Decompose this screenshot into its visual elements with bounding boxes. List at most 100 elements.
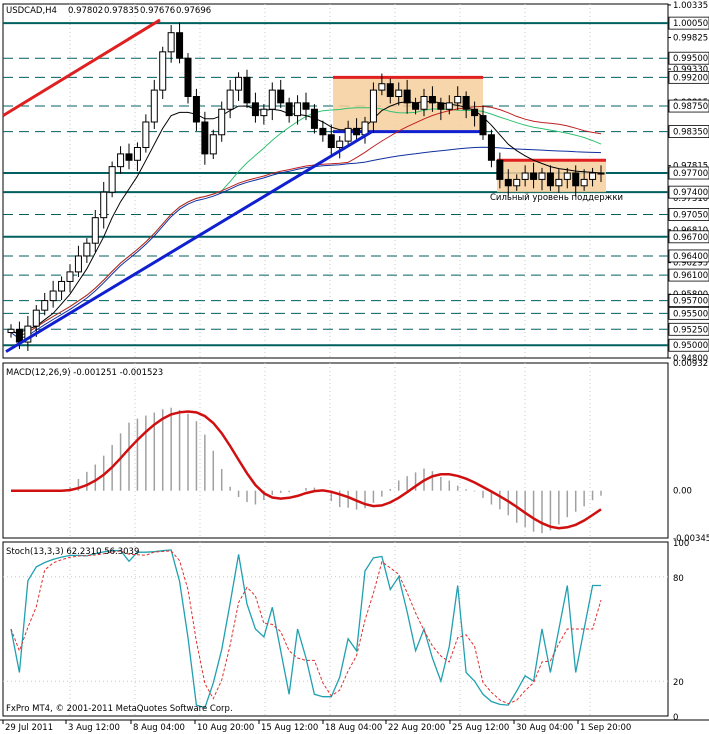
candle-body — [66, 271, 74, 282]
stoch-axis-tick-label: 80 — [673, 574, 684, 584]
candle-body — [285, 102, 293, 117]
ohlc-value: 0.97835 — [104, 6, 139, 16]
candle-body — [192, 95, 200, 123]
ohlc-value: 0.97676 — [140, 6, 175, 16]
candle-body — [479, 115, 487, 136]
chart-canvas[interactable]: 1.003350.998250.993300.988150.983100.978… — [0, 0, 709, 734]
candle-body — [159, 51, 167, 91]
time-axis-label: 3 Aug 12:00 — [68, 723, 120, 733]
candle-body — [395, 89, 403, 97]
candle-body — [336, 140, 344, 149]
time-axis-label: 10 Aug 20:00 — [197, 723, 254, 733]
candle-body — [378, 83, 386, 91]
candle-body — [133, 147, 141, 161]
candle-body — [218, 108, 226, 136]
support-annotation: Сильный уровень поддержки — [490, 193, 623, 203]
candle-body — [32, 309, 40, 327]
candle-body — [353, 127, 361, 136]
candle-body — [142, 121, 150, 149]
candle-body — [344, 127, 352, 142]
candle-body — [125, 153, 133, 161]
candle-body — [277, 89, 285, 104]
candle-body — [167, 32, 175, 53]
candle-body — [412, 102, 420, 110]
candle-body — [504, 178, 512, 187]
level-price-label: 0.95250 — [673, 325, 708, 335]
candle-body — [184, 57, 192, 97]
candle-body — [268, 89, 276, 110]
candle-body — [538, 172, 546, 180]
candle-body — [41, 300, 49, 311]
level-price-label: 0.99500 — [673, 54, 708, 64]
level-price-label: 0.96100 — [673, 271, 708, 281]
candle-body — [260, 108, 268, 117]
level-price-label: 0.95500 — [673, 309, 708, 319]
level-price-label: 0.97700 — [673, 169, 708, 179]
level-price-label: 0.98750 — [673, 102, 708, 112]
time-axis-label: 15 Aug 12:00 — [261, 723, 318, 733]
time-axis-label: 8 Aug 04:00 — [133, 723, 185, 733]
candle-body — [454, 95, 462, 104]
level-price-label: 0.96700 — [673, 233, 708, 243]
level-price-label: 0.99200 — [673, 73, 708, 83]
candle-body — [580, 178, 588, 187]
candle-body — [597, 172, 605, 175]
level-price-label: 0.95000 — [673, 341, 708, 351]
level-price-label: 0.97050 — [673, 210, 708, 220]
level-price-label: 0.95700 — [673, 297, 708, 307]
candle-body — [487, 134, 495, 161]
stoch-axis-tick-label: 100 — [673, 539, 689, 549]
candle-body — [462, 95, 470, 110]
macd-title: MACD(12,26,9) -0.001251 -0.001523 — [6, 368, 163, 378]
level-price-label: 1.00050 — [673, 19, 708, 29]
time-axis-label: 1 Sep 20:00 — [580, 723, 631, 733]
macd-axis-tick-label: 0.00932 — [673, 359, 708, 369]
time-axis-label: 25 Aug 12:00 — [452, 723, 509, 733]
candle-body — [513, 178, 521, 187]
candle-body — [563, 172, 571, 180]
candle-body — [403, 89, 411, 104]
macd-axis-tick-label: 0.00 — [673, 487, 692, 497]
candle-body — [100, 191, 108, 219]
candle-body — [235, 76, 243, 91]
candle-body — [445, 102, 453, 110]
stoch-title: Stoch(13,3,3) 62.2310 56.3039 — [6, 547, 139, 557]
time-axis-label: 22 Aug 20:00 — [388, 723, 445, 733]
chart-window: 1.003350.998250.993300.988150.983100.978… — [0, 0, 709, 734]
candle-body — [117, 153, 125, 168]
candle-body — [428, 95, 436, 104]
candle-body — [327, 134, 335, 149]
copyright-footer: FxPro MT4, © 2001-2011 MetaQuotes Softwa… — [6, 704, 233, 714]
stoch-axis-tick-label: 0 — [673, 713, 678, 723]
candle-body — [496, 159, 504, 180]
candle-body — [7, 328, 15, 333]
candle-body — [150, 89, 158, 123]
price-axis-tick-label: 1.00335 — [673, 1, 708, 11]
candle-body — [251, 102, 259, 117]
candle-body — [49, 290, 57, 302]
candle-body — [83, 242, 91, 257]
stoch-axis-tick-label: 20 — [673, 678, 684, 688]
time-axis-label: 30 Aug 04:00 — [516, 723, 573, 733]
candle-body — [201, 121, 209, 155]
candle-body — [91, 217, 99, 244]
time-axis-label: 18 Aug 04:00 — [325, 723, 382, 733]
price-axis-tick-label: 0.99825 — [673, 33, 708, 43]
candle-body — [58, 280, 66, 292]
candle-body — [555, 178, 563, 187]
time-axis-label: 29 Jul 2011 — [5, 723, 53, 733]
candle-body — [302, 102, 310, 110]
candle-body — [420, 95, 428, 110]
candle-body — [546, 172, 554, 187]
candle-body — [369, 89, 377, 123]
symbol-title: USDCAD,H4 — [6, 6, 57, 16]
candle-body — [386, 83, 394, 97]
candle-body — [108, 166, 116, 193]
candle-body — [310, 108, 318, 129]
candle-body — [226, 89, 234, 110]
level-price-label: 0.98350 — [673, 128, 708, 138]
candle-body — [319, 127, 327, 136]
level-price-label: 0.97400 — [673, 188, 708, 198]
candle-body — [521, 172, 529, 180]
candle-body — [294, 102, 302, 117]
